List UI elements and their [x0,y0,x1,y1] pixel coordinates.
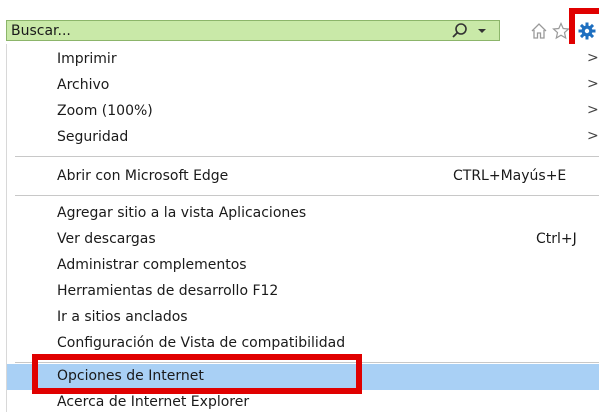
menu-item-label: Ir a sitios anclados [57,309,188,325]
menu-item-archivo[interactable]: Archivo > [7,73,599,99]
chevron-right-icon: > [587,102,599,118]
menu-item-label: Agregar sitio a la vista Aplicaciones [57,205,307,221]
menu-item-shortcut: CTRL+Mayús+E [453,168,567,184]
menu-item-label: Ver descargas [57,231,156,247]
menu-item-label: Archivo [57,77,110,93]
annotation-highlight-box [32,354,362,394]
menu-item-label: Acerca de Internet Explorer [57,394,250,410]
chevron-right-icon: > [587,50,599,66]
search-box[interactable] [6,20,500,41]
menu-item-seguridad[interactable]: Seguridad > [7,125,599,151]
menu-item-label: Imprimir [57,51,117,67]
menu-separator [15,156,599,157]
menu-item-label: Herramientas de desarrollo F12 [57,283,279,299]
menu-item-imprimir[interactable]: Imprimir > [7,47,599,73]
menu-item-label: Zoom (100%) [57,103,153,119]
menu-item-shortcut: Ctrl+J [536,231,577,247]
menu-item-label: Administrar complementos [57,257,247,273]
menu-item-zoom[interactable]: Zoom (100%) > [7,99,599,125]
star-icon[interactable] [552,22,570,40]
menu-item-label: Seguridad [57,129,129,145]
menu-item-abrir-edge[interactable]: Abrir con Microsoft Edge CTRL+Mayús+E [7,164,599,190]
gear-icon [578,22,596,40]
menu-item-label: Configuración de Vista de compatibilidad [57,335,346,351]
home-icon[interactable] [530,22,548,40]
browser-toolbar [0,0,599,58]
menu-item-label: Abrir con Microsoft Edge [57,168,229,184]
chevron-right-icon: > [587,128,599,144]
chevron-right-icon: > [587,76,599,92]
chevron-down-icon[interactable] [475,22,489,40]
search-icon[interactable] [450,22,470,40]
search-input[interactable] [11,22,431,39]
menu-item-herramientas-desarrollo[interactable]: Herramientas de desarrollo F12 [7,279,599,305]
menu-item-agregar-sitio[interactable]: Agregar sitio a la vista Aplicaciones [7,201,599,227]
menu-item-ver-descargas[interactable]: Ver descargas Ctrl+J [7,227,599,253]
menu-separator [15,195,599,196]
menu-item-administrar-complementos[interactable]: Administrar complementos [7,253,599,279]
menu-item-sitios-anclados[interactable]: Ir a sitios anclados [7,305,599,331]
